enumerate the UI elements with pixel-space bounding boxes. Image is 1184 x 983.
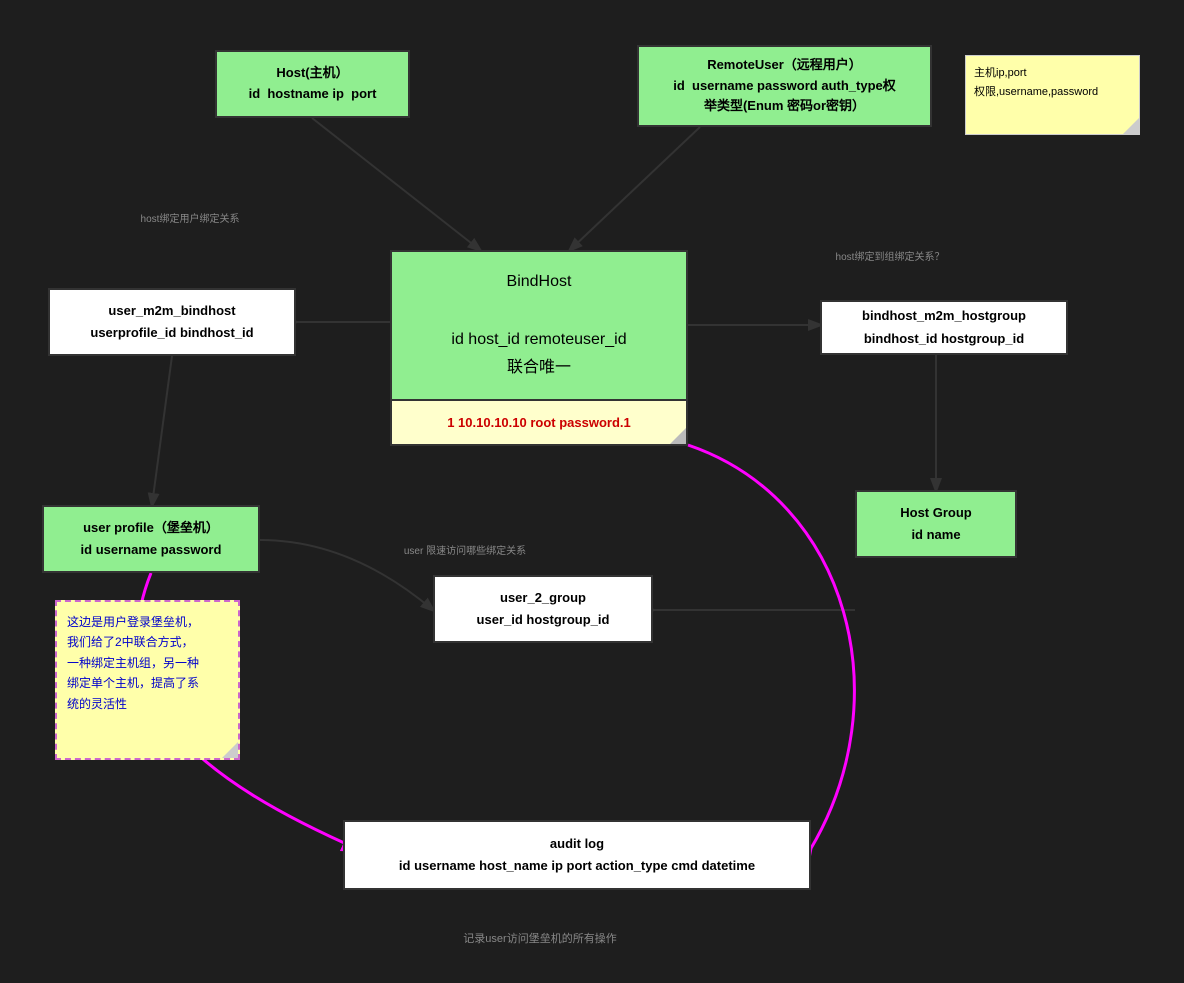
bindhost-box: BindHostid host_id remoteuser_id联合唯一 1 1…	[390, 250, 688, 446]
remoteuser-box: RemoteUser（远程用户） id username password au…	[637, 45, 932, 127]
auditlog-box: audit logid username host_name ip port a…	[343, 820, 811, 890]
host-box: Host(主机） id hostname ip port	[215, 50, 410, 118]
bindhost-bottom: 1 10.10.10.10 root password.1	[392, 399, 686, 444]
bindhost-m2m-label: bindhost_m2m_hostgroupbindhost_id hostgr…	[862, 305, 1026, 349]
bindhost-top: BindHostid host_id remoteuser_id联合唯一	[392, 252, 686, 399]
hostgroup-box: Host Groupid name	[855, 490, 1017, 558]
topright-note: 主机ip,port 权限,username,password	[965, 55, 1140, 135]
remoteuser-label: RemoteUser（远程用户） id username password au…	[673, 55, 896, 117]
userprofile-box: user profile（堡垒机）id username password	[42, 505, 260, 573]
user2group-label: user_2_groupuser_id hostgroup_id	[477, 587, 610, 631]
bindhost-m2m-box: bindhost_m2m_hostgroupbindhost_id hostgr…	[820, 300, 1068, 355]
user-m2m-label: user_m2m_bindhostuserprofile_id bindhost…	[90, 300, 253, 344]
topright-note-text: 主机ip,port 权限,username,password	[974, 67, 1098, 98]
diagram-canvas: Host(主机） id hostname ip port RemoteUser（…	[0, 0, 1184, 983]
host-label: Host(主机） id hostname ip port	[249, 63, 377, 105]
user-m2m-box: user_m2m_bindhostuserprofile_id bindhost…	[48, 288, 296, 356]
label-audit: 记录user访问堡垒机的所有操作	[390, 930, 690, 946]
label-bind-m2m: host绑定到组绑定关系？	[810, 248, 970, 263]
userprofile-label: user profile（堡垒机）id username password	[81, 517, 222, 561]
hostgroup-label: Host Groupid name	[900, 502, 972, 546]
bindhost-bottom-label: 1 10.10.10.10 root password.1	[447, 415, 631, 430]
label-user-limit: user 限速访问哪些绑定关系	[370, 542, 560, 557]
bottomleft-note: 这边是用户登录堡垒机，我们给了2中联合方式，一种绑定主机组，另一种绑定单个主机，…	[55, 600, 240, 760]
auditlog-label: audit logid username host_name ip port a…	[399, 833, 755, 877]
label-host-bind: host绑定用户绑定关系	[115, 210, 265, 225]
user2group-box: user_2_groupuser_id hostgroup_id	[433, 575, 653, 643]
bindhost-top-label: BindHostid host_id remoteuser_id联合唯一	[451, 273, 626, 376]
bottomleft-note-text: 这边是用户登录堡垒机，我们给了2中联合方式，一种绑定主机组，另一种绑定单个主机，…	[67, 615, 199, 711]
